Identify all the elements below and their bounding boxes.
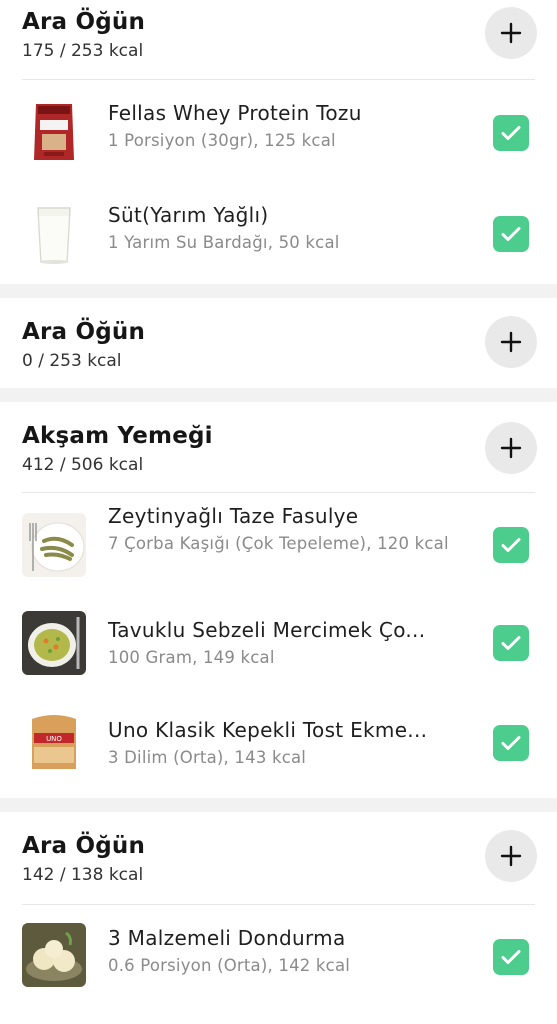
meal-title: Ara Öğün <box>22 9 146 35</box>
check-icon <box>501 227 521 241</box>
food-detail: 3 Dilim (Orta), 143 kcal <box>108 748 307 767</box>
meal-section-ara-ogun-1: Ara Öğün 175 / 253 kcal Fellas Whey Prot… <box>0 0 557 284</box>
meal-title: Ara Öğün <box>22 833 146 859</box>
plus-icon <box>500 22 522 44</box>
food-item[interactable]: Tavuklu Sebzeli Mercimek Ço... 100 Gram,… <box>0 597 557 697</box>
ice-cream-scoops-icon <box>22 923 86 987</box>
plus-icon <box>500 845 522 867</box>
food-item[interactable]: UNO Uno Klasik Kepekli Tost Ekme... 3 Di… <box>0 697 557 799</box>
add-food-button[interactable] <box>485 830 537 882</box>
milk-glass-icon <box>22 202 86 266</box>
meal-log-screen: Ara Öğün 175 / 253 kcal Fellas Whey Prot… <box>0 0 557 1024</box>
plus-icon <box>500 437 522 459</box>
checked-checkbox[interactable] <box>493 725 529 761</box>
checked-checkbox[interactable] <box>493 527 529 563</box>
bread-package-icon: UNO <box>22 711 86 775</box>
food-item[interactable]: Fellas Whey Protein Tozu 1 Porsiyon (30g… <box>0 80 557 182</box>
meal-header: Ara Öğün 175 / 253 kcal <box>0 0 557 79</box>
meal-title: Ara Öğün <box>22 319 146 345</box>
section-gap <box>0 388 557 402</box>
meal-header: Ara Öğün 142 / 138 kcal <box>0 812 557 904</box>
meal-header: Ara Öğün 0 / 253 kcal <box>0 298 557 372</box>
food-detail: 1 Yarım Su Bardağı, 50 kcal <box>108 233 340 252</box>
check-icon <box>501 636 521 650</box>
lentil-soup-bowl-icon <box>22 611 86 675</box>
meal-kcal: 0 / 253 kcal <box>22 351 122 371</box>
meal-kcal: 142 / 138 kcal <box>22 865 144 885</box>
food-detail: 100 Gram, 149 kcal <box>108 648 275 667</box>
food-name: Fellas Whey Protein Tozu <box>108 101 362 125</box>
food-item[interactable]: Zeytinyağlı Taze Fasulye 7 Çorba Kaşığı … <box>0 493 557 597</box>
checked-checkbox[interactable] <box>493 625 529 661</box>
protein-pouch-icon <box>22 100 86 164</box>
food-name: Süt(Yarım Yağlı) <box>108 203 269 227</box>
plus-icon <box>500 331 522 353</box>
food-name: Tavuklu Sebzeli Mercimek Ço... <box>108 618 426 642</box>
checked-checkbox[interactable] <box>493 216 529 252</box>
meal-section-ara-ogun-3: Ara Öğün 142 / 138 kcal 3 Malzemeli Dond… <box>0 812 557 1024</box>
food-item[interactable]: 3 Malzemeli Dondurma 0.6 Porsiyon (Orta)… <box>0 905 557 1007</box>
meal-section-ara-ogun-2: Ara Öğün 0 / 253 kcal <box>0 298 557 388</box>
meal-kcal: 175 / 253 kcal <box>22 41 144 61</box>
check-icon <box>501 950 521 964</box>
section-gap <box>0 798 557 812</box>
food-item[interactable]: Süt(Yarım Yağlı) 1 Yarım Su Bardağı, 50 … <box>0 182 557 284</box>
food-detail: 7 Çorba Kaşığı (Çok Tepeleme), 120 kcal <box>108 534 449 553</box>
food-name: Zeytinyağlı Taze Fasulye <box>108 504 359 528</box>
check-icon <box>501 126 521 140</box>
add-food-button[interactable] <box>485 316 537 368</box>
food-detail: 1 Porsiyon (30gr), 125 kcal <box>108 131 336 150</box>
add-food-button[interactable] <box>485 7 537 59</box>
add-food-button[interactable] <box>485 422 537 474</box>
food-name: Uno Klasik Kepekli Tost Ekme... <box>108 718 428 742</box>
checked-checkbox[interactable] <box>493 115 529 151</box>
check-icon <box>501 736 521 750</box>
meal-kcal: 412 / 506 kcal <box>22 455 144 475</box>
food-name: 3 Malzemeli Dondurma <box>108 926 346 950</box>
check-icon <box>501 538 521 552</box>
green-beans-plate-icon <box>22 513 86 577</box>
food-detail: 0.6 Porsiyon (Orta), 142 kcal <box>108 956 351 975</box>
section-gap <box>0 284 557 298</box>
svg-text:UNO: UNO <box>46 735 62 743</box>
meal-header: Akşam Yemeği 412 / 506 kcal <box>0 402 557 492</box>
meal-section-aksam-yemegi: Akşam Yemeği 412 / 506 kcal Zeytinyağlı … <box>0 402 557 798</box>
checked-checkbox[interactable] <box>493 939 529 975</box>
meal-title: Akşam Yemeği <box>22 423 213 449</box>
